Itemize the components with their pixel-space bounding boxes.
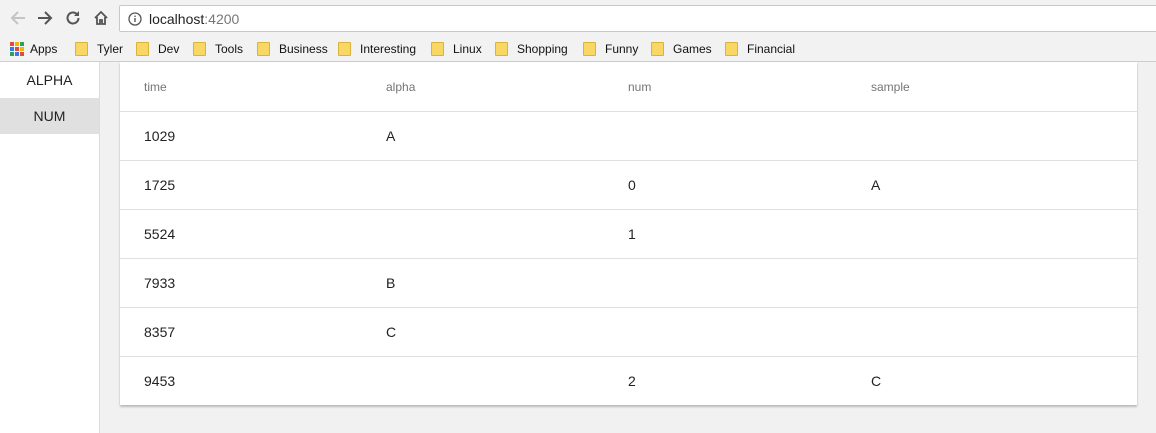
bookmark-linux[interactable]: Linux	[431, 40, 482, 58]
cell-alpha	[362, 160, 604, 210]
bookmark-label: Tyler	[97, 42, 124, 56]
cell-sample	[847, 111, 1137, 161]
cell-time: 9453	[144, 373, 176, 389]
forward-arrow-icon[interactable]	[34, 7, 56, 29]
cell-num: 2	[628, 373, 636, 389]
table-row[interactable]: 5524 1	[120, 209, 1137, 259]
column-header-sample[interactable]: sample	[847, 62, 1137, 112]
cell-alpha	[362, 357, 604, 406]
bookmark-label: Financial	[747, 42, 796, 56]
cell-sample	[847, 209, 1137, 259]
cell-alpha: B	[362, 258, 604, 308]
cell-sample: C	[871, 373, 882, 389]
cell-num	[604, 258, 847, 308]
bookmark-label: Tools	[215, 42, 244, 56]
bookmark-label: Shopping	[517, 42, 568, 56]
cell-num	[604, 307, 847, 357]
cell-time: 8357	[120, 307, 362, 357]
bookmark-label: Dev	[158, 42, 180, 56]
folder-icon	[338, 42, 351, 56]
table-header-row: time alpha num sample	[120, 62, 1137, 112]
bookmark-label: Interesting	[360, 42, 417, 56]
bookmark-business[interactable]: Business	[257, 40, 328, 58]
bookmark-dev[interactable]: Dev	[136, 40, 179, 58]
bookmark-tools[interactable]: Tools	[193, 40, 243, 58]
bookmark-shopping[interactable]: Shopping	[495, 40, 568, 58]
bookmark-label: Apps	[30, 42, 58, 56]
browser-toolbar: localhost:4200	[0, 0, 1156, 36]
folder-icon	[651, 42, 664, 56]
data-table: time alpha num sample 1029 A 1725 0 A 55…	[120, 62, 1137, 405]
cell-time: 1725	[120, 160, 362, 210]
folder-icon	[725, 42, 738, 56]
info-icon[interactable]	[127, 11, 143, 27]
cell-alpha: A	[362, 111, 604, 161]
cell-time: 7933	[120, 258, 362, 308]
table-row[interactable]: 8357 C	[120, 307, 1137, 357]
reload-icon[interactable]	[62, 7, 84, 29]
folder-icon	[193, 42, 206, 56]
column-header-time[interactable]: time	[120, 62, 362, 112]
bookmark-label: Funny	[605, 42, 639, 56]
cell-num	[604, 111, 847, 161]
url-text[interactable]: localhost:4200	[149, 11, 239, 27]
cell-alpha	[362, 209, 604, 259]
bookmark-games[interactable]: Games	[651, 40, 712, 58]
bookmark-interesting[interactable]: Interesting	[338, 40, 416, 58]
folder-icon	[495, 42, 508, 56]
cell-sample: A	[847, 160, 1137, 210]
bookmark-apps[interactable]: Apps	[10, 40, 57, 58]
folder-icon	[136, 42, 149, 56]
cell-time: 5524	[120, 209, 362, 259]
nav-item-num[interactable]: NUM	[0, 98, 99, 134]
cell-sample	[847, 258, 1137, 308]
table-row[interactable]: 1725 0 A	[120, 160, 1137, 210]
bookmark-funny[interactable]: Funny	[583, 40, 638, 58]
column-header-alpha[interactable]: alpha	[362, 62, 604, 112]
bookmark-tyler[interactable]: Tyler	[75, 40, 123, 58]
bookmark-label: Games	[673, 42, 712, 56]
side-nav: ALPHA NUM	[0, 62, 100, 433]
bookmark-financial[interactable]: Financial	[725, 40, 795, 58]
bookmark-label: Linux	[453, 42, 482, 56]
back-arrow-icon[interactable]	[7, 7, 29, 29]
data-table-card: time alpha num sample 1029 A 1725 0 A 55…	[120, 62, 1137, 405]
folder-icon	[431, 42, 444, 56]
url-port: :4200	[204, 10, 240, 27]
apps-grid-icon	[10, 42, 24, 56]
cell-time: 1029	[120, 111, 362, 161]
folder-icon	[75, 42, 88, 56]
cell-num: 1	[604, 209, 847, 259]
nav-item-alpha[interactable]: ALPHA	[0, 62, 99, 98]
bookmarks-bar: Apps Tyler Dev Tools Business Interestin…	[0, 36, 1156, 62]
home-icon[interactable]	[90, 7, 112, 29]
address-bar[interactable]: localhost:4200	[119, 5, 1156, 32]
column-header-num[interactable]: num	[604, 62, 847, 112]
cell-sample	[847, 307, 1137, 357]
bookmark-label: Business	[279, 42, 328, 56]
table-row[interactable]: 7933 B	[120, 258, 1137, 308]
cell-alpha: C	[362, 307, 604, 357]
folder-icon	[257, 42, 270, 56]
cell-num: 0	[604, 160, 847, 210]
table-row[interactable]: 1029 A	[120, 111, 1137, 161]
folder-icon	[583, 42, 596, 56]
table-row[interactable]: 9453 2 C	[120, 357, 1137, 406]
url-host: localhost	[149, 10, 205, 27]
